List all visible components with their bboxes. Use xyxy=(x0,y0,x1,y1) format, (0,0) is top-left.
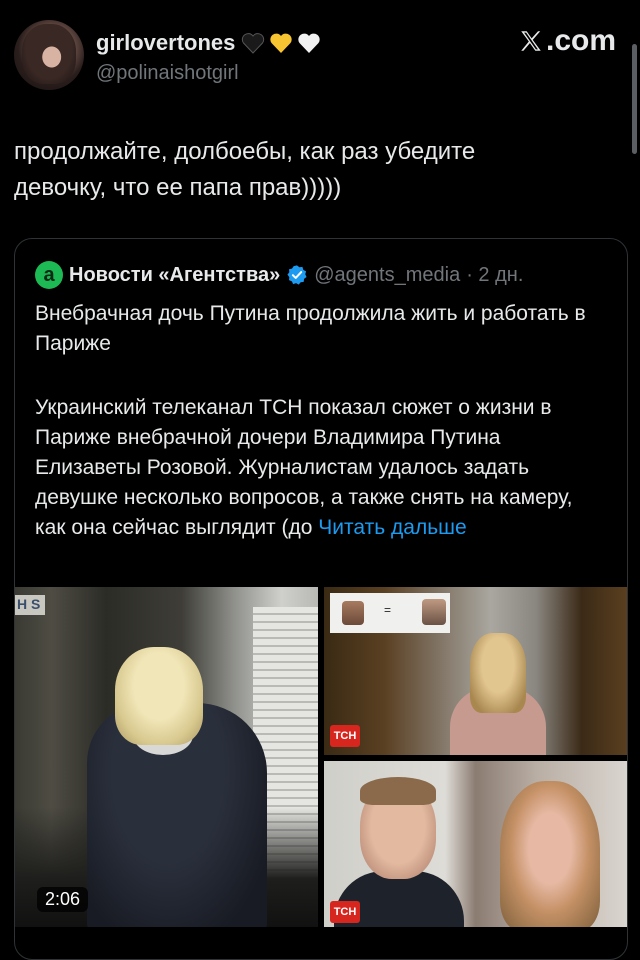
yellow-heart-icon xyxy=(270,33,293,53)
quoted-source-name[interactable]: Новости «Агентства» xyxy=(69,264,280,287)
quoted-tweet[interactable]: a Новости «Агентства» @agents_media · 2 … xyxy=(14,238,628,960)
tweet-text: продолжайте, долбоебы, как раз убедите д… xyxy=(14,138,476,201)
author-avatar[interactable] xyxy=(14,20,84,90)
comparison-panel: = xyxy=(330,593,450,633)
media-grid[interactable]: H S 2:06 = ТСН ТСН xyxy=(15,587,627,959)
face-thumbnail-2 xyxy=(422,599,446,625)
quoted-header: a Новости «Агентства» @agents_media · 2 … xyxy=(35,261,523,289)
author-display-name[interactable]: girlovertones xyxy=(96,30,321,56)
person-head xyxy=(470,633,526,713)
display-name-text: girlovertones xyxy=(96,30,236,55)
video-duration: 2:06 xyxy=(37,887,89,912)
quoted-handle[interactable]: @agents_media xyxy=(314,264,460,287)
video-thumbnail[interactable]: H S 2:06 xyxy=(15,587,318,927)
quoted-time: · 2 дн. xyxy=(466,263,524,286)
x-logo-text: .com xyxy=(546,24,617,57)
face-thumbnail-1 xyxy=(342,601,364,625)
girl-face xyxy=(500,781,600,927)
source-logo-icon: a xyxy=(35,261,63,289)
tsn-badge: ТСН xyxy=(330,901,360,923)
author-handle[interactable]: @polinaishotgirl xyxy=(96,62,239,85)
black-heart-icon xyxy=(242,33,265,54)
quoted-title: Внебрачная дочь Путина продолжила жить и… xyxy=(35,302,586,355)
person-hair xyxy=(115,647,203,745)
read-more-link[interactable]: Читать дальше xyxy=(318,516,466,539)
x-logo: .com xyxy=(518,24,616,58)
x-icon xyxy=(521,31,541,51)
equals-sign: = xyxy=(384,603,392,617)
scrollbar[interactable] xyxy=(632,44,637,154)
verified-badge-icon xyxy=(287,265,307,285)
media-image-bottom-right[interactable]: ТСН xyxy=(324,761,627,927)
quoted-body-text: Украинский телеканал ТСН показал сюжет о… xyxy=(35,396,573,539)
media-image-top-right[interactable]: = ТСН xyxy=(324,587,627,755)
street-sign: H S xyxy=(15,595,45,615)
tsn-badge: ТСН xyxy=(330,725,360,747)
emoji-hearts xyxy=(241,32,321,54)
white-heart-icon xyxy=(298,33,321,53)
man-hair xyxy=(360,777,436,805)
quoted-body: Украинский телеканал ТСН показал сюжет о… xyxy=(35,393,605,543)
